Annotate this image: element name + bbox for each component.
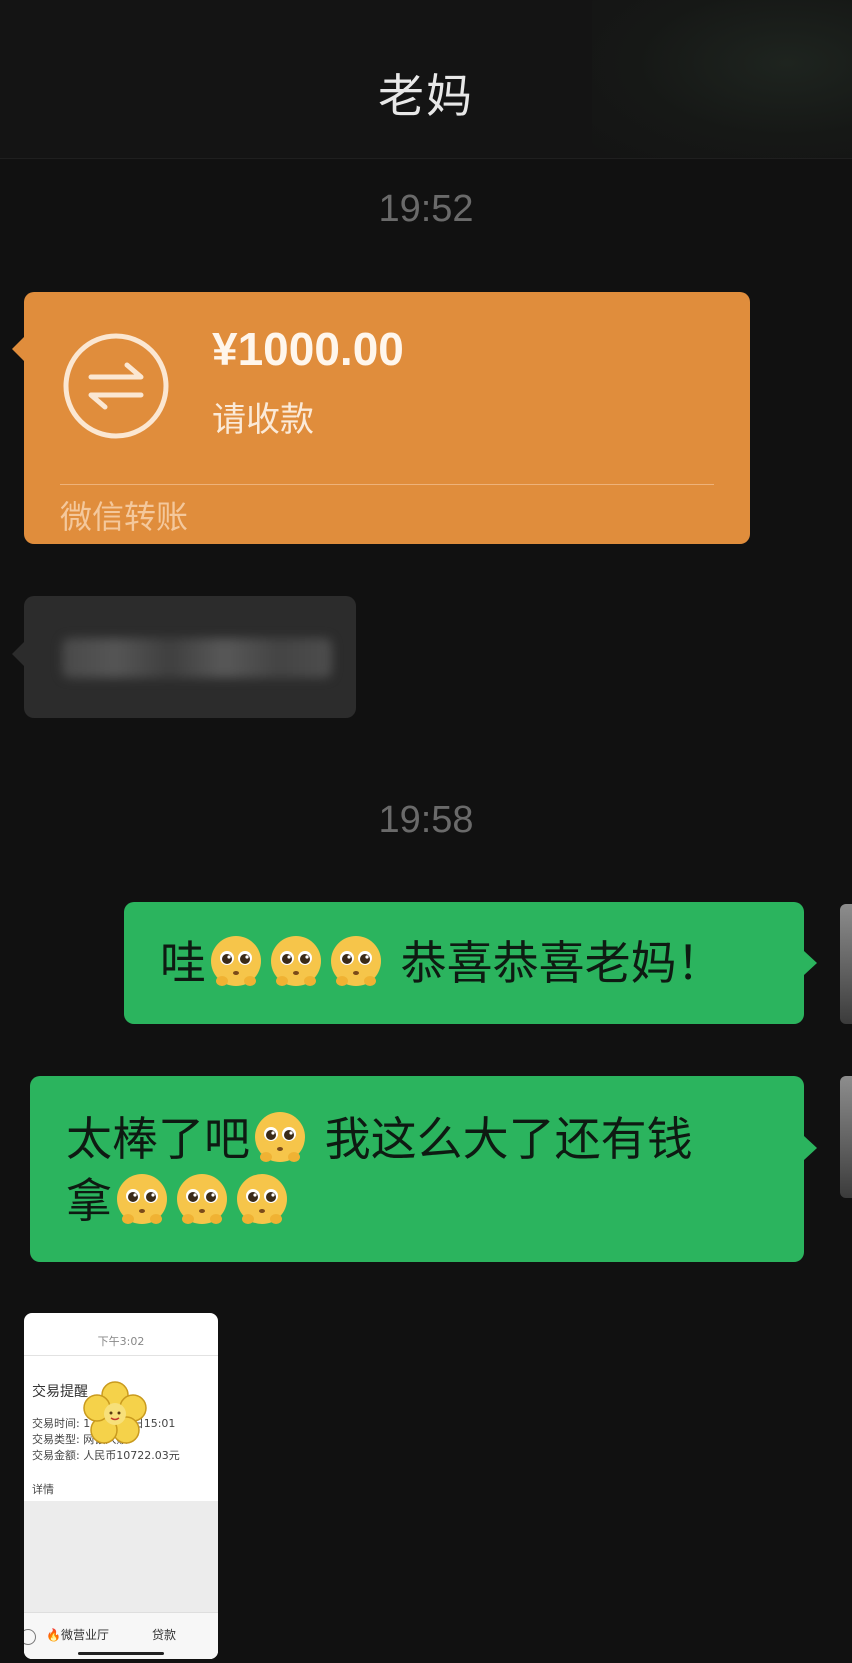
transfer-status: 请收款 xyxy=(212,400,314,440)
my-avatar[interactable] xyxy=(840,1076,852,1198)
pleading-face-emoji xyxy=(117,1174,167,1224)
transfer-card[interactable]: ¥1000.00 请收款 微信转账 xyxy=(12,292,750,544)
screenshot-bottom-item: 贷款 xyxy=(152,1628,177,1642)
outgoing-message-bubble[interactable]: 太棒了吧 我这么大了还有钱 拿 xyxy=(30,1076,817,1262)
screenshot-bottom-item: 🔥微营业厅 xyxy=(46,1628,109,1642)
screenshot-image-message[interactable]: 下午3:02 交易提醒 交易时间: 1 12月15日15:01 交易类型: 网银… xyxy=(24,1313,218,1659)
screenshot-bottom-bar: 🔥微营业厅 贷款 xyxy=(24,1612,218,1659)
home-indicator xyxy=(78,1652,164,1655)
keyboard-icon xyxy=(24,1629,36,1645)
transfer-arrows-icon xyxy=(63,333,169,439)
screenshot-status-time: 下午3:02 xyxy=(97,1335,145,1348)
chat-header: 老妈 xyxy=(0,0,852,159)
screenshot-detail: 详情 xyxy=(32,1483,54,1496)
message-text: 太棒了吧 我这么大了还有钱 拿 xyxy=(66,1108,693,1232)
screenshot-divider xyxy=(24,1355,218,1356)
timestamp: 19:52 xyxy=(378,188,474,230)
message-text: 哇 恭喜恭喜老妈！ xyxy=(160,932,723,994)
timestamp: 19:58 xyxy=(378,799,474,841)
blurred-message-bubble[interactable] xyxy=(12,596,356,718)
outgoing-message-bubble[interactable]: 哇 恭喜恭喜老妈！ xyxy=(124,902,817,1024)
pleading-face-emoji xyxy=(331,936,381,986)
pleading-face-emoji xyxy=(237,1174,287,1224)
pleading-face-emoji xyxy=(271,936,321,986)
flower-sticker xyxy=(83,1381,147,1444)
my-avatar[interactable] xyxy=(840,904,852,1024)
transfer-divider xyxy=(60,484,714,485)
transfer-brand: 微信转账 xyxy=(60,498,189,536)
transfer-amount: ¥1000.00 xyxy=(212,323,404,375)
pleading-face-emoji xyxy=(211,936,261,986)
blurred-text xyxy=(62,638,332,678)
chat-title[interactable]: 老妈 xyxy=(0,60,852,126)
screenshot-row: 交易金额: 人民币10722.03元 xyxy=(32,1449,180,1462)
pleading-face-emoji xyxy=(177,1174,227,1224)
pleading-face-emoji xyxy=(255,1112,305,1162)
screenshot-title: 交易提醒 xyxy=(32,1384,88,1400)
